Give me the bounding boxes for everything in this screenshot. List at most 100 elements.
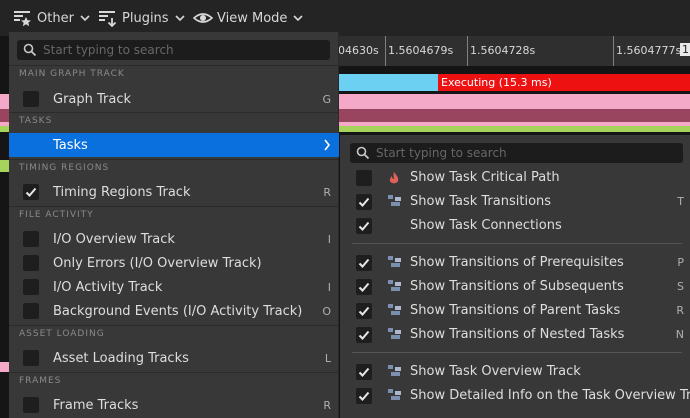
chevron-down-icon [80, 15, 90, 22]
track-marker [0, 160, 9, 172]
section-header: TIMING REGIONS [19, 163, 110, 173]
task-graph-icon [388, 256, 401, 267]
menu-search-input[interactable]: Start typing to search [17, 40, 330, 60]
shortcut-key: P [677, 256, 684, 269]
shortcut-key: R [323, 398, 331, 412]
checkmark-icon [358, 221, 370, 231]
menu-item-timing-regions-track[interactable]: Timing Regions Track R [9, 180, 339, 204]
ruler-tick-mark [385, 36, 386, 66]
shortcut-key: I [327, 280, 331, 294]
checkmark-icon [358, 330, 370, 340]
menu-item-asset-loading-tracks[interactable]: Asset Loading Tracks L [9, 346, 339, 370]
submenu-item-label: Show Task Connections [410, 218, 562, 233]
submenu-item-transitions-subsequents[interactable]: Show Transitions of Subsequents S [340, 275, 690, 299]
menu-item-frame-tracks[interactable]: Frame Tracks R [9, 393, 339, 417]
tasks-submenu: Start typing to search Show Task Critica… [340, 135, 690, 418]
submenu-item-transitions-nested-tasks[interactable]: Show Transitions of Nested Tasks N [340, 323, 690, 347]
section-header: FRAMES [19, 376, 62, 386]
submenu-item-detailed-info-overview-track[interactable]: Show Detailed Info on the Task Overview … [340, 384, 690, 408]
submenu-item-label: Show Transitions of Subsequents [410, 279, 624, 294]
checkbox[interactable] [23, 350, 39, 366]
chevron-right-icon [324, 139, 331, 151]
checkbox[interactable] [356, 170, 372, 186]
separator [9, 112, 339, 113]
other-dropdown-menu: Start typing to search MAIN GRAPH TRACK … [9, 32, 339, 418]
shortcut-key: T [677, 195, 684, 208]
menu-item-graph-track[interactable]: Graph Track G [9, 87, 339, 111]
submenu-item-task-transitions[interactable]: Show Task Transitions T [340, 190, 690, 214]
other-icon [14, 11, 31, 27]
search-icon [23, 43, 37, 57]
task-graph-icon [388, 280, 401, 291]
submenu-search-input[interactable]: Start typing to search [350, 143, 683, 163]
shortcut-key: N [675, 328, 684, 341]
plugins-menu-button[interactable]: Plugins [98, 8, 185, 28]
checkbox[interactable] [23, 255, 39, 271]
executing-event-bar[interactable]: Executing (15.3 ms) [438, 74, 690, 91]
submenu-item-label: Show Task Overview Track [410, 364, 581, 379]
menu-item-background-events[interactable]: Background Events (I/O Activity Track) O [9, 299, 339, 323]
task-graph-icon [388, 195, 401, 206]
checkbox[interactable] [23, 231, 39, 247]
ruler-tick-mark [613, 36, 614, 66]
checkmark-icon [358, 197, 370, 207]
shortcut-key: O [322, 304, 331, 318]
checkbox[interactable] [23, 397, 39, 413]
menu-item-label: Asset Loading Tracks [53, 350, 189, 366]
submenu-item-label: Show Detailed Info on the Task Overview … [410, 388, 690, 403]
shortcut-key: S [677, 280, 684, 293]
submenu-item-label: Show Transitions of Prerequisites [410, 255, 624, 270]
shortcut-key: R [323, 185, 331, 199]
ruler-tick-label: 1.5604728s [470, 44, 536, 57]
menu-item-label: Frame Tracks [53, 397, 139, 413]
section-header: ASSET LOADING [19, 329, 105, 339]
checkbox[interactable] [23, 303, 39, 319]
checkmark-icon [358, 391, 370, 401]
shortcut-key: I [327, 232, 331, 246]
submenu-item-task-connections[interactable]: Show Task Connections [340, 214, 690, 238]
separator [9, 372, 339, 373]
menu-item-only-errors[interactable]: Only Errors (I/O Overview Track) [9, 251, 339, 275]
view-mode-menu-button[interactable]: View Mode [193, 8, 303, 28]
shortcut-key: L [324, 351, 331, 365]
submenu-item-label: Show Task Transitions [410, 194, 552, 209]
flame-icon [389, 172, 399, 184]
menu-item-label: Timing Regions Track [53, 184, 191, 200]
checkmark-icon [25, 187, 37, 197]
shortcut-key: G [322, 92, 331, 106]
menu-item-tasks[interactable]: Tasks [9, 133, 339, 157]
eye-icon [193, 13, 213, 23]
checkbox-checked[interactable] [356, 303, 372, 319]
submenu-item-transitions-parent-tasks[interactable]: Show Transitions of Parent Tasks R [340, 299, 690, 323]
ruler-cursor-label: 1 [680, 43, 690, 56]
checkbox[interactable] [23, 91, 39, 107]
checkbox-checked[interactable] [356, 327, 372, 343]
checkbox-checked[interactable] [356, 255, 372, 271]
checkbox-checked[interactable] [356, 194, 372, 210]
checkbox-checked[interactable] [23, 184, 39, 200]
other-menu-button[interactable]: Other [13, 8, 90, 28]
submenu-item-transitions-prerequisites[interactable]: Show Transitions of Prerequisites P [340, 251, 690, 275]
menu-item-io-overview-track[interactable]: I/O Overview Track I [9, 227, 339, 251]
plugins-icon [99, 11, 117, 27]
checkbox-checked[interactable] [356, 364, 372, 380]
menu-item-label: Background Events (I/O Activity Track) [53, 303, 303, 319]
menu-item-io-activity-track[interactable]: I/O Activity Track I [9, 275, 339, 299]
submenu-item-task-critical-path[interactable]: Show Task Critical Path [340, 166, 690, 190]
ruler-tick-label: 04630s [338, 44, 379, 57]
submenu-item-label: Show Transitions of Nested Tasks [410, 327, 625, 342]
search-placeholder: Start typing to search [43, 43, 174, 57]
submenu-item-task-overview-track[interactable]: Show Task Overview Track [340, 360, 690, 384]
timing-event-bar[interactable] [338, 74, 438, 91]
menu-item-label: Only Errors (I/O Overview Track) [53, 255, 262, 271]
checkbox-checked[interactable] [356, 279, 372, 295]
chevron-down-icon [293, 15, 303, 22]
checkbox-checked[interactable] [356, 218, 372, 234]
separator [9, 65, 339, 66]
checkbox-checked[interactable] [356, 388, 372, 404]
checkbox[interactable] [23, 279, 39, 295]
menu-item-label: I/O Activity Track [53, 279, 163, 295]
ruler-tick-label: 1.5604679s [388, 44, 454, 57]
timeline-ruler[interactable]: 04630s 1.5604679s 1.5604728s 1.5604777s … [338, 36, 690, 66]
menu-item-label: Graph Track [53, 91, 132, 107]
